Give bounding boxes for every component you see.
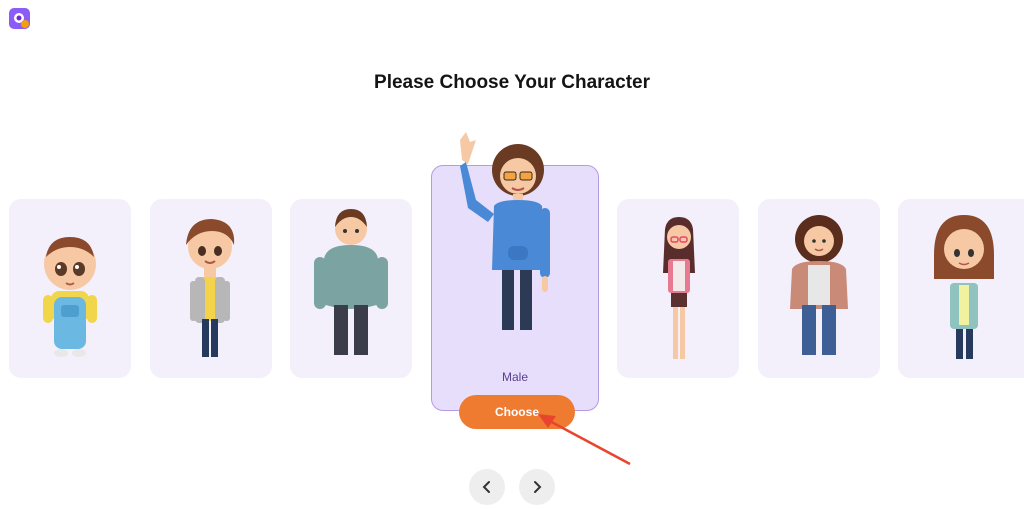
character-card-boy[interactable]: [150, 199, 272, 378]
woman-character-illustration: [934, 215, 994, 359]
boy-character-illustration: [186, 219, 235, 357]
girl-character-illustration: [663, 217, 695, 359]
character-card-woman[interactable]: [898, 199, 1024, 378]
baby-character-illustration: [43, 237, 97, 357]
character-label-male: Male: [501, 370, 528, 384]
male-character-illustration: [460, 132, 550, 330]
curly-woman-character-illustration: [790, 215, 848, 355]
page-title: Please Choose Your Character: [374, 72, 650, 93]
character-card-male[interactable]: Male: [431, 132, 599, 411]
chevron-right-icon: [534, 481, 542, 493]
chevron-left-icon: [482, 481, 490, 493]
previous-button[interactable]: [469, 469, 505, 505]
character-card-chubby-man[interactable]: [290, 199, 412, 378]
character-card-baby[interactable]: [9, 199, 131, 378]
character-card-curly-woman[interactable]: [758, 199, 880, 378]
chubby-man-character-illustration: [314, 209, 388, 355]
character-card-girl[interactable]: [617, 199, 739, 378]
annotation-arrow-icon: [538, 414, 631, 466]
next-button[interactable]: [519, 469, 555, 505]
app-logo-icon[interactable]: [9, 8, 30, 29]
